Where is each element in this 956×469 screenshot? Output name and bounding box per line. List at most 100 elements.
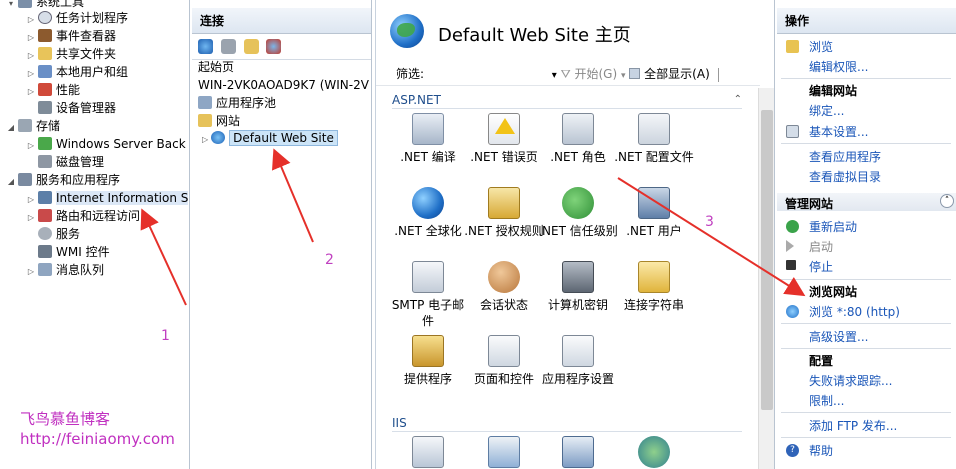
- tree-item-shared-folders[interactable]: ▷ 共享文件夹: [26, 45, 116, 63]
- divider: [781, 323, 951, 324]
- conn-sites[interactable]: 网站: [198, 112, 240, 130]
- feature-http-redirect[interactable]: [614, 436, 694, 469]
- tree-item-iis[interactable]: ▷ Internet Information S: [26, 189, 189, 207]
- annotation-number-1: 1: [161, 328, 170, 344]
- action-browse-port-80[interactable]: 浏览 *:80 (http): [809, 303, 900, 320]
- feature-smtp-email[interactable]: SMTP 电子邮件: [388, 261, 468, 329]
- annotation-number-2: 2: [325, 252, 334, 268]
- providers-icon: [412, 335, 444, 367]
- show-all-button[interactable]: 全部显示(A): [644, 67, 710, 81]
- feature-machine-key[interactable]: 计算机密钥: [538, 261, 618, 313]
- action-failed-request-tracing[interactable]: 失败请求跟踪...: [809, 372, 892, 389]
- action-limits[interactable]: 限制...: [809, 392, 844, 409]
- tree-item-storage[interactable]: ◢ 存储: [6, 117, 60, 135]
- tree-item-device-manager[interactable]: 设备管理器: [26, 99, 116, 117]
- feature-net-profile[interactable]: .NET 配置文件: [614, 113, 694, 165]
- action-add-ftp-publishing[interactable]: 添加 FTP 发布...: [809, 417, 897, 434]
- feature-net-roles[interactable]: .NET 角色: [538, 113, 618, 165]
- action-bindings[interactable]: 绑定...: [809, 102, 844, 119]
- action-advanced-settings[interactable]: 高级设置...: [809, 328, 868, 345]
- action-view-applications[interactable]: 查看应用程序: [809, 148, 881, 165]
- action-view-virtual-dirs[interactable]: 查看虚拟目录: [809, 168, 881, 185]
- toolbar-separator: [717, 67, 719, 82]
- actions-pane: 操作 浏览 编辑权限... 编辑网站 绑定... 基本设置... 查看应用程序 …: [777, 0, 956, 469]
- feature-ip-restrictions[interactable]: [538, 436, 618, 469]
- connect-globe-icon[interactable]: [198, 39, 213, 54]
- action-help[interactable]: 帮助: [809, 442, 833, 459]
- filter-dropdown-icon[interactable]: ▾: [552, 70, 557, 81]
- tree-item-performance[interactable]: ▷ 性能: [26, 81, 80, 99]
- feature-providers[interactable]: 提供程序: [388, 335, 468, 387]
- net-roles-icon: [562, 113, 594, 145]
- net-profile-icon: [638, 113, 670, 145]
- feature-pages-controls[interactable]: 页面和控件: [464, 335, 544, 387]
- feature-net-trust-levels[interactable]: .NET 信任级别: [538, 187, 618, 239]
- action-start[interactable]: 启动: [809, 238, 833, 255]
- tree-item-disk-management[interactable]: 磁盘管理: [26, 153, 104, 171]
- filter-label: 筛选:: [396, 67, 425, 81]
- tree-item-wmi-control[interactable]: WMI 控件: [26, 243, 110, 261]
- collapse-icon[interactable]: ˄: [940, 194, 954, 208]
- start-icon: [786, 240, 794, 252]
- tree-item-task-scheduler[interactable]: ▷ 任务计划程序: [26, 9, 128, 27]
- connection-strings-icon: [638, 261, 670, 293]
- net-users-icon: [638, 187, 670, 219]
- divider: [781, 279, 951, 280]
- conn-start-page[interactable]: 起始页: [198, 58, 234, 76]
- shared-folder-icon: [38, 47, 52, 60]
- wmi-icon: [38, 245, 52, 258]
- conn-app-pools[interactable]: 应用程序池: [198, 94, 276, 112]
- action-restart[interactable]: 重新启动: [809, 218, 857, 235]
- main-scrollbar[interactable]: [758, 88, 774, 469]
- tree-item-services[interactable]: 服务: [26, 225, 80, 243]
- tree-item-services-and-apps[interactable]: ◢ 服务和应用程序: [6, 171, 120, 189]
- net-trust-levels-icon: [562, 187, 594, 219]
- main-pane: Default Web Site 主页 筛选: ▾ ⛛ 开始(G) ▾ 全部显示…: [375, 0, 775, 469]
- save-icon[interactable]: [220, 39, 236, 54]
- feature-connection-strings[interactable]: 连接字符串: [614, 261, 694, 313]
- start-dropdown-icon[interactable]: ▾: [621, 71, 626, 81]
- feature-net-authorization[interactable]: .NET 授权规则: [464, 187, 544, 239]
- scrollbar-thumb[interactable]: [761, 110, 773, 410]
- conn-server-node[interactable]: WIN-2VK0AOAD9K7 (WIN-2V: [198, 76, 369, 94]
- watermark-url: http://feiniaomy.com: [20, 430, 175, 448]
- disconnect-icon[interactable]: [266, 39, 282, 54]
- up-folder-icon[interactable]: [243, 39, 259, 54]
- feature-app-settings[interactable]: 应用程序设置: [538, 335, 618, 387]
- tree-item-message-queuing[interactable]: ▷ 消息队列: [26, 261, 104, 279]
- tree-item-event-viewer[interactable]: ▷ 事件查看器: [26, 27, 116, 45]
- feature-net-users[interactable]: .NET 用户: [614, 187, 694, 239]
- feature-session-state[interactable]: 会话状态: [464, 261, 544, 313]
- group-header-iis[interactable]: IIS: [392, 414, 742, 432]
- website-globe-icon: [211, 131, 226, 144]
- connections-toolbar: [192, 34, 371, 60]
- app-pool-icon: [198, 96, 212, 109]
- basic-settings-icon: [786, 125, 799, 138]
- tree-item-local-users[interactable]: ▷ 本地用户和组: [26, 63, 128, 81]
- feature-net-compile[interactable]: .NET 编译: [388, 113, 468, 165]
- feature-net-globalization[interactable]: .NET 全球化: [388, 187, 468, 239]
- start-filter-button[interactable]: 开始(G): [574, 67, 617, 81]
- group-header-aspnet[interactable]: ASP.NET ⌃: [392, 91, 742, 109]
- iis-icon: [38, 191, 52, 204]
- tree-item-windows-server-backup[interactable]: ▷ Windows Server Back: [26, 135, 186, 153]
- funnel-icon: ⛛: [560, 67, 571, 81]
- backup-icon: [38, 137, 52, 150]
- action-edit-permissions[interactable]: 编辑权限...: [809, 58, 868, 75]
- feature-cgi[interactable]: [464, 436, 544, 469]
- conn-default-web-site[interactable]: ▷ Default Web Site: [202, 129, 338, 147]
- action-stop[interactable]: 停止: [809, 258, 833, 275]
- gear-icon: [38, 227, 52, 240]
- queue-icon: [38, 263, 52, 276]
- filter-bar: 筛选: ▾ ⛛ 开始(G) ▾ 全部显示(A): [376, 62, 760, 86]
- users-icon: [38, 65, 52, 78]
- action-basic-settings[interactable]: 基本设置...: [809, 123, 868, 140]
- net-error-pages-icon: [488, 113, 520, 145]
- action-browse[interactable]: 浏览: [809, 38, 833, 55]
- feature-asp[interactable]: [388, 436, 468, 469]
- performance-icon: [38, 83, 52, 96]
- feature-net-error-pages[interactable]: .NET 错误页: [464, 113, 544, 165]
- manage-site-group-header[interactable]: 管理网站 ˄: [777, 193, 956, 211]
- collapse-icon[interactable]: ⌃: [734, 91, 742, 109]
- tree-item-routing[interactable]: ▷ 路由和远程访问: [26, 207, 140, 225]
